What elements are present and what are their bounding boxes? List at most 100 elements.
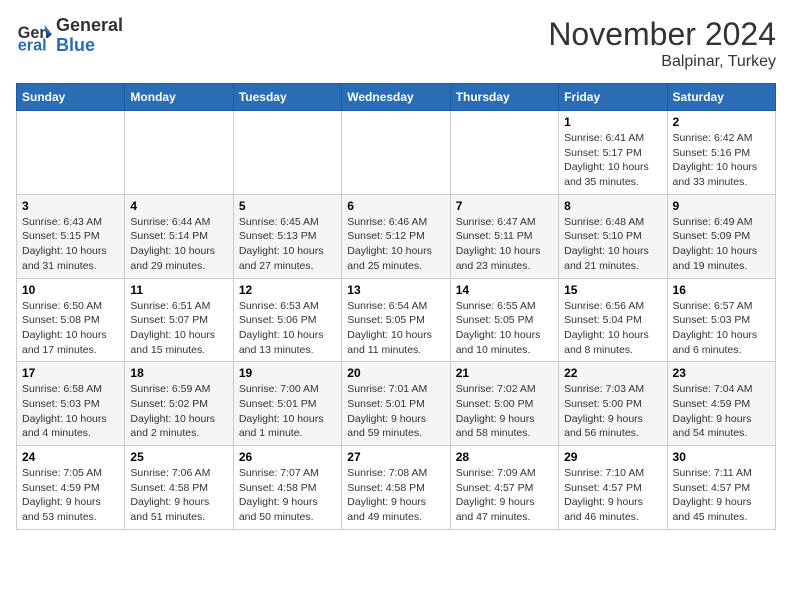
day-number: 26 (239, 450, 336, 464)
calendar-cell: 15 Sunrise: 6:56 AM Sunset: 5:04 PM Dayli… (559, 278, 667, 362)
calendar-week-3: 10 Sunrise: 6:50 AM Sunset: 5:08 PM Dayli… (17, 278, 776, 362)
calendar-cell: 1Sunrise: 6:41 AM Sunset: 5:17 PM Daylig… (559, 111, 667, 195)
calendar-week-2: 3 Sunrise: 6:43 AM Sunset: 5:15 PM Daylig… (17, 194, 776, 278)
calendar-week-1: 1Sunrise: 6:41 AM Sunset: 5:17 PM Daylig… (17, 111, 776, 195)
day-info: Sunrise: 7:03 AM Sunset: 5:00 PM Dayligh… (564, 382, 661, 441)
day-info: Sunrise: 7:02 AM Sunset: 5:00 PM Dayligh… (456, 382, 553, 441)
day-info: Sunrise: 6:42 AM Sunset: 5:16 PM Dayligh… (673, 131, 770, 190)
day-info: Sunrise: 7:04 AM Sunset: 4:59 PM Dayligh… (673, 382, 770, 441)
calendar-cell (233, 111, 341, 195)
day-info: Sunrise: 6:50 AM Sunset: 5:08 PM Dayligh… (22, 299, 119, 358)
calendar-cell (450, 111, 558, 195)
day-number: 9 (673, 199, 770, 213)
day-number: 5 (239, 199, 336, 213)
day-number: 27 (347, 450, 444, 464)
calendar-cell: 11 Sunrise: 6:51 AM Sunset: 5:07 PM Dayli… (125, 278, 233, 362)
day-info: Sunrise: 6:57 AM Sunset: 5:03 PM Dayligh… (673, 299, 770, 358)
weekday-row: SundayMondayTuesdayWednesdayThursdayFrid… (17, 84, 776, 111)
calendar-week-5: 24 Sunrise: 7:05 AM Sunset: 4:59 PM Dayli… (17, 446, 776, 530)
calendar-cell: 27 Sunrise: 7:08 AM Sunset: 4:58 PM Dayli… (342, 446, 450, 530)
calendar-cell: 30 Sunrise: 7:11 AM Sunset: 4:57 PM Dayli… (667, 446, 775, 530)
calendar-cell: 6Sunrise: 6:46 AM Sunset: 5:12 PM Daylig… (342, 194, 450, 278)
day-number: 28 (456, 450, 553, 464)
calendar-cell: 19 Sunrise: 7:00 AM Sunset: 5:01 PM Dayli… (233, 362, 341, 446)
day-number: 1 (564, 115, 661, 129)
calendar-cell: 24 Sunrise: 7:05 AM Sunset: 4:59 PM Dayli… (17, 446, 125, 530)
day-number: 10 (22, 283, 119, 297)
day-info: Sunrise: 6:59 AM Sunset: 5:02 PM Dayligh… (130, 382, 227, 441)
day-number: 8 (564, 199, 661, 213)
day-number: 29 (564, 450, 661, 464)
day-number: 17 (22, 366, 119, 380)
day-info: Sunrise: 6:58 AM Sunset: 5:03 PM Dayligh… (22, 382, 119, 441)
day-info: Sunrise: 7:05 AM Sunset: 4:59 PM Dayligh… (22, 466, 119, 525)
calendar-cell: 23 Sunrise: 7:04 AM Sunset: 4:59 PM Dayli… (667, 362, 775, 446)
day-info: Sunrise: 6:55 AM Sunset: 5:05 PM Dayligh… (456, 299, 553, 358)
calendar-cell: 7Sunrise: 6:47 AM Sunset: 5:11 PM Daylig… (450, 194, 558, 278)
logo-icon: Gen eral (16, 18, 52, 54)
weekday-header-monday: Monday (125, 84, 233, 111)
day-info: Sunrise: 7:07 AM Sunset: 4:58 PM Dayligh… (239, 466, 336, 525)
day-number: 3 (22, 199, 119, 213)
day-info: Sunrise: 6:45 AM Sunset: 5:13 PM Dayligh… (239, 215, 336, 274)
day-info: Sunrise: 6:48 AM Sunset: 5:10 PM Dayligh… (564, 215, 661, 274)
calendar-cell: 16 Sunrise: 6:57 AM Sunset: 5:03 PM Dayli… (667, 278, 775, 362)
day-number: 4 (130, 199, 227, 213)
calendar-cell: 13Sunrise: 6:54 AM Sunset: 5:05 PM Dayli… (342, 278, 450, 362)
day-number: 14 (456, 283, 553, 297)
logo-blue: Blue (56, 36, 123, 56)
logo-general: General (56, 16, 123, 36)
calendar-cell: 12 Sunrise: 6:53 AM Sunset: 5:06 PM Dayli… (233, 278, 341, 362)
calendar-cell: 21Sunrise: 7:02 AM Sunset: 5:00 PM Dayli… (450, 362, 558, 446)
day-info: Sunrise: 7:08 AM Sunset: 4:58 PM Dayligh… (347, 466, 444, 525)
calendar-cell: 5 Sunrise: 6:45 AM Sunset: 5:13 PM Daylig… (233, 194, 341, 278)
day-info: Sunrise: 7:00 AM Sunset: 5:01 PM Dayligh… (239, 382, 336, 441)
calendar-cell: 2Sunrise: 6:42 AM Sunset: 5:16 PM Daylig… (667, 111, 775, 195)
calendar-cell: 29 Sunrise: 7:10 AM Sunset: 4:57 PM Dayli… (559, 446, 667, 530)
day-number: 19 (239, 366, 336, 380)
day-info: Sunrise: 7:10 AM Sunset: 4:57 PM Dayligh… (564, 466, 661, 525)
day-info: Sunrise: 6:51 AM Sunset: 5:07 PM Dayligh… (130, 299, 227, 358)
day-number: 12 (239, 283, 336, 297)
weekday-header-saturday: Saturday (667, 84, 775, 111)
page-title: November 2024 (548, 16, 776, 53)
day-info: Sunrise: 6:49 AM Sunset: 5:09 PM Dayligh… (673, 215, 770, 274)
weekday-header-sunday: Sunday (17, 84, 125, 111)
calendar-cell (125, 111, 233, 195)
calendar-cell: 8 Sunrise: 6:48 AM Sunset: 5:10 PM Daylig… (559, 194, 667, 278)
calendar-week-4: 17 Sunrise: 6:58 AM Sunset: 5:03 PM Dayli… (17, 362, 776, 446)
day-number: 25 (130, 450, 227, 464)
day-info: Sunrise: 6:53 AM Sunset: 5:06 PM Dayligh… (239, 299, 336, 358)
day-info: Sunrise: 7:11 AM Sunset: 4:57 PM Dayligh… (673, 466, 770, 525)
day-info: Sunrise: 6:46 AM Sunset: 5:12 PM Dayligh… (347, 215, 444, 274)
day-number: 23 (673, 366, 770, 380)
page-header: Gen eral General Blue November 2024 Balp… (16, 16, 776, 71)
calendar-header: SundayMondayTuesdayWednesdayThursdayFrid… (17, 84, 776, 111)
day-number: 16 (673, 283, 770, 297)
day-number: 20 (347, 366, 444, 380)
logo-text: General Blue (56, 16, 123, 56)
calendar-cell (342, 111, 450, 195)
day-number: 15 (564, 283, 661, 297)
day-number: 30 (673, 450, 770, 464)
calendar-cell: 28 Sunrise: 7:09 AM Sunset: 4:57 PM Dayli… (450, 446, 558, 530)
day-number: 24 (22, 450, 119, 464)
calendar-cell: 25Sunrise: 7:06 AM Sunset: 4:58 PM Dayli… (125, 446, 233, 530)
calendar-cell: 17 Sunrise: 6:58 AM Sunset: 5:03 PM Dayli… (17, 362, 125, 446)
day-info: Sunrise: 6:43 AM Sunset: 5:15 PM Dayligh… (22, 215, 119, 274)
calendar-table: SundayMondayTuesdayWednesdayThursdayFrid… (16, 83, 776, 530)
calendar-cell: 26 Sunrise: 7:07 AM Sunset: 4:58 PM Dayli… (233, 446, 341, 530)
day-info: Sunrise: 7:09 AM Sunset: 4:57 PM Dayligh… (456, 466, 553, 525)
weekday-header-tuesday: Tuesday (233, 84, 341, 111)
day-number: 18 (130, 366, 227, 380)
calendar-cell: 20 Sunrise: 7:01 AM Sunset: 5:01 PM Dayli… (342, 362, 450, 446)
day-info: Sunrise: 6:56 AM Sunset: 5:04 PM Dayligh… (564, 299, 661, 358)
day-info: Sunrise: 6:54 AM Sunset: 5:05 PM Dayligh… (347, 299, 444, 358)
calendar-cell: 18 Sunrise: 6:59 AM Sunset: 5:02 PM Dayli… (125, 362, 233, 446)
calendar-cell: 4 Sunrise: 6:44 AM Sunset: 5:14 PM Daylig… (125, 194, 233, 278)
day-info: Sunrise: 7:01 AM Sunset: 5:01 PM Dayligh… (347, 382, 444, 441)
weekday-header-thursday: Thursday (450, 84, 558, 111)
day-number: 11 (130, 283, 227, 297)
weekday-header-wednesday: Wednesday (342, 84, 450, 111)
day-info: Sunrise: 6:44 AM Sunset: 5:14 PM Dayligh… (130, 215, 227, 274)
